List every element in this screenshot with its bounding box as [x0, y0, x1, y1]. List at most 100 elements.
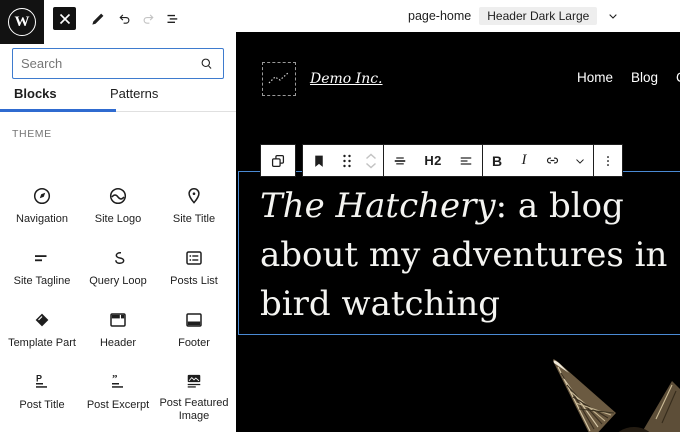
undo-button[interactable]	[112, 7, 135, 30]
site-logo-placeholder[interactable]	[262, 62, 296, 96]
parent-blocks-icon	[268, 151, 288, 171]
move-up-icon	[364, 152, 378, 161]
theme-section-label: THEME	[12, 128, 52, 140]
block-toolbar: H2 B I	[260, 144, 623, 177]
posts-list-icon	[182, 246, 206, 270]
block-item-template-part[interactable]: Template Part	[4, 300, 80, 362]
heading-text[interactable]: The Hatchery: a blog about my adventures…	[239, 172, 680, 329]
tab-patterns[interactable]: Patterns	[110, 86, 158, 101]
inserter-tabs: Blocks Patterns	[0, 84, 236, 112]
query-loop-icon	[106, 246, 130, 270]
block-label: Post Featured Image	[157, 397, 231, 425]
undo-icon	[115, 10, 133, 28]
post-featured-image-icon	[182, 370, 206, 392]
nav-link-contact[interactable]: Contact	[676, 70, 680, 85]
kebab-menu-icon	[600, 153, 616, 169]
nav-link-home[interactable]: Home	[577, 70, 613, 85]
block-item-post-excerpt[interactable]: ” Post Excerpt	[80, 362, 156, 424]
block-label: Post Excerpt	[87, 399, 149, 413]
site-title-icon	[182, 184, 206, 208]
link-icon	[543, 151, 562, 170]
search-icon	[198, 55, 215, 72]
block-item-post-date[interactable]	[156, 424, 232, 432]
block-item-posts-list[interactable]: Posts List	[156, 238, 232, 300]
document-info: page-home Header Dark Large	[408, 6, 621, 26]
block-label: Navigation	[16, 213, 68, 227]
pencil-icon	[89, 10, 107, 28]
tab-blocks[interactable]: Blocks	[14, 86, 57, 101]
search-input[interactable]	[21, 56, 198, 71]
block-switcher-button[interactable]	[303, 145, 335, 176]
block-item-post-title[interactable]: P Post Title	[4, 362, 80, 424]
heading-level-button[interactable]: H2	[416, 145, 450, 176]
search-box	[12, 48, 224, 79]
link-button[interactable]	[537, 145, 567, 176]
more-formats-button[interactable]	[567, 145, 593, 176]
drag-dots-icon	[339, 152, 355, 170]
navigation-icon	[30, 184, 54, 208]
footer-icon	[182, 308, 206, 332]
block-item-post-author[interactable]	[80, 424, 156, 432]
block-item-site-logo[interactable]: Site Logo	[80, 176, 156, 238]
block-label: Header	[100, 337, 136, 351]
align-left-icon	[457, 152, 475, 170]
align-center-icon	[391, 152, 409, 170]
block-label: Site Title	[173, 213, 215, 227]
block-label: Footer	[178, 337, 210, 351]
block-label: Posts List	[170, 275, 218, 289]
block-label: Site Tagline	[14, 275, 71, 289]
block-item-navigation[interactable]: Navigation	[4, 176, 80, 238]
close-inserter-button[interactable]	[53, 7, 76, 30]
bird-photo	[534, 351, 680, 432]
svg-text:P: P	[36, 374, 42, 384]
wordpress-site-editor: W	[0, 0, 680, 432]
block-item-post-featured-image[interactable]: Post Featured Image	[156, 362, 232, 424]
chart-placeholder-icon	[267, 69, 291, 89]
block-item-header[interactable]: Header	[80, 300, 156, 362]
block-label: Post Title	[19, 399, 64, 413]
selected-heading-block[interactable]: The Hatchery: a blog about my adventures…	[238, 171, 680, 335]
block-item-footer[interactable]: Footer	[156, 300, 232, 362]
editor-canvas: Demo Inc. Home Blog Contact The Hatchery…	[236, 32, 680, 432]
select-template-part-button[interactable]	[261, 145, 295, 176]
block-inserter-panel: Blocks Patterns THEME Navigation Site Lo…	[0, 32, 236, 432]
list-view-button[interactable]	[160, 7, 183, 30]
close-icon	[58, 12, 72, 26]
redo-button[interactable]	[137, 7, 160, 30]
chevron-down-icon[interactable]	[605, 8, 621, 24]
text-align-center-button[interactable]	[384, 145, 416, 176]
post-title-icon: P	[30, 370, 54, 394]
site-title-link[interactable]: Demo Inc.	[310, 71, 383, 87]
block-item-query-loop[interactable]: Query Loop	[80, 238, 156, 300]
block-label: Template Part	[8, 337, 76, 351]
header-icon	[106, 308, 130, 332]
edit-mode-button[interactable]	[86, 7, 109, 30]
heading-level-label: H2	[424, 153, 441, 168]
block-label: Site Logo	[95, 213, 141, 227]
bold-label: B	[492, 153, 502, 169]
site-navigation: Home Blog Contact	[577, 70, 680, 85]
site-header: Demo Inc. Home Blog Contact	[262, 62, 680, 102]
italic-button[interactable]: I	[511, 145, 537, 176]
template-badge[interactable]: Header Dark Large	[479, 7, 597, 25]
heading-italic-part: The Hatchery	[260, 186, 496, 226]
site-logo-icon	[106, 184, 130, 208]
wordpress-logo-button[interactable]: W	[0, 0, 44, 44]
nav-link-blog[interactable]: Blog	[631, 70, 658, 85]
text-align-left-button[interactable]	[450, 145, 482, 176]
drag-handle[interactable]	[335, 145, 359, 176]
chevron-down-icon	[573, 154, 587, 168]
list-view-icon	[163, 10, 181, 28]
block-item-site-title[interactable]: Site Title	[156, 176, 232, 238]
block-options-button[interactable]	[594, 145, 622, 176]
theme-blocks-grid: Navigation Site Logo Site Title	[4, 176, 232, 432]
active-tab-underline	[0, 109, 116, 112]
block-label: Query Loop	[89, 275, 146, 289]
block-item-site-tagline[interactable]: Site Tagline	[4, 238, 80, 300]
wordpress-logo-icon: W	[8, 8, 36, 36]
bold-button[interactable]: B	[483, 145, 511, 176]
block-item-post-content[interactable]	[4, 424, 80, 432]
heading-block-icon	[309, 151, 329, 171]
block-movers[interactable]	[359, 145, 383, 176]
redo-icon	[140, 10, 158, 28]
